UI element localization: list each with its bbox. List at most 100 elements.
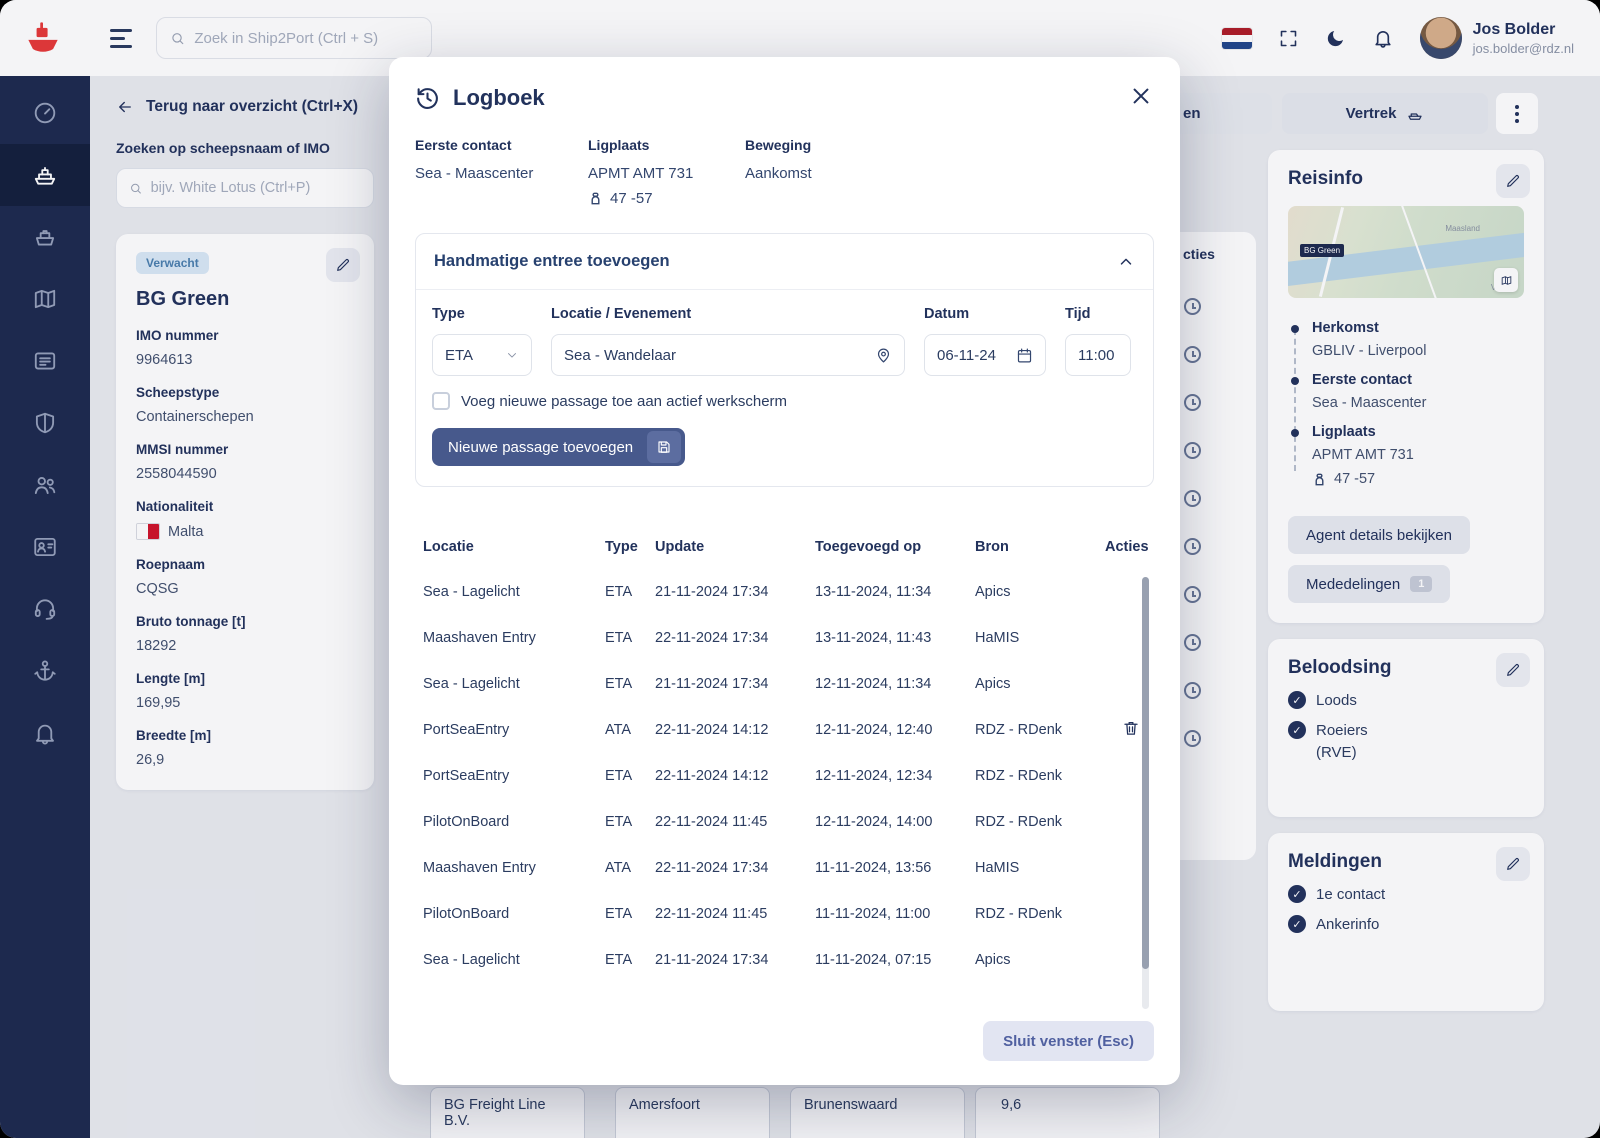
- cell-bron: Apics: [975, 676, 1105, 692]
- berth-number: 47 -57: [610, 190, 653, 207]
- checkbox-icon: [432, 392, 450, 410]
- info-label: Eerste contact: [415, 137, 588, 153]
- chevron-down-icon: [505, 348, 519, 362]
- cell-bron: RDZ - RDenk: [975, 906, 1105, 922]
- cell-type: ETA: [605, 952, 655, 968]
- info-label: Ligplaats: [588, 137, 745, 153]
- logbook-table-row: Sea - Lagelicht ETA 21-11-2024 17:34 11-…: [415, 937, 1154, 983]
- checkbox-label: Voeg nieuwe passage toe aan actief werks…: [461, 393, 787, 410]
- cell-locatie: PortSeaEntry: [423, 722, 605, 738]
- close-icon: [1130, 85, 1152, 107]
- trash-icon: [1122, 719, 1140, 737]
- cell-type: ATA: [605, 722, 655, 738]
- manual-entry-section-toggle[interactable]: Handmatige entree toevoegen: [416, 234, 1153, 290]
- header-update: Update: [655, 539, 815, 555]
- history-clock-icon: [415, 86, 440, 111]
- cell-toegevoegd-op: 11-11-2024, 07:15: [815, 952, 975, 968]
- add-passage-button[interactable]: Nieuwe passage toevoegen: [432, 428, 685, 466]
- location-label: Locatie / Evenement: [551, 306, 905, 322]
- location-value: Sea - Wandelaar: [564, 347, 676, 364]
- cell-type: ATA: [605, 860, 655, 876]
- logbook-table-row: Sea - Lagelicht ETA 21-11-2024 17:34 12-…: [415, 661, 1154, 707]
- delete-entry-button[interactable]: [1122, 719, 1140, 740]
- cell-locatie: Maashaven Entry: [423, 860, 605, 876]
- cell-bron: HaMIS: [975, 630, 1105, 646]
- logbook-modal: Logboek Eerste contact Sea - Maascenter …: [389, 57, 1180, 1085]
- logbook-table-row: PortSeaEntry ETA 22-11-2024 14:12 12-11-…: [415, 753, 1154, 799]
- add-passage-label: Nieuwe passage toevoegen: [432, 439, 647, 456]
- cell-update: 22-11-2024 11:45: [655, 906, 815, 922]
- calendar-icon: [1016, 347, 1033, 364]
- type-select[interactable]: ETA: [432, 334, 532, 376]
- cell-type: ETA: [605, 630, 655, 646]
- type-label: Type: [432, 306, 532, 322]
- cell-type: ETA: [605, 906, 655, 922]
- cell-update: 22-11-2024 17:34: [655, 860, 815, 876]
- header-toegevoegd-op: Toegevoegd op: [815, 539, 975, 555]
- cell-bron: HaMIS: [975, 860, 1105, 876]
- table-scrollbar: [1142, 577, 1149, 1009]
- header-locatie: Locatie: [423, 539, 605, 555]
- logbook-table-body: Sea - Lagelicht ETA 21-11-2024 17:34 13-…: [415, 569, 1154, 983]
- logbook-table-row: PilotOnBoard ETA 22-11-2024 11:45 11-11-…: [415, 891, 1154, 937]
- scrollbar-thumb[interactable]: [1142, 577, 1149, 969]
- cell-update: 21-11-2024 17:34: [655, 584, 815, 600]
- manual-entry-section: Handmatige entree toevoegen Type ETA Loc…: [415, 233, 1154, 487]
- close-window-button[interactable]: Sluit venster (Esc): [983, 1021, 1154, 1061]
- cell-locatie: PilotOnBoard: [423, 814, 605, 830]
- logbook-table-row: PortSeaEntry ATA 22-11-2024 14:12 12-11-…: [415, 707, 1154, 753]
- info-value: APMT AMT 731: [588, 165, 745, 182]
- time-value: 11:00: [1078, 347, 1114, 364]
- cell-toegevoegd-op: 13-11-2024, 11:34: [815, 584, 975, 600]
- cell-locatie: Sea - Lagelicht: [423, 584, 605, 600]
- cell-toegevoegd-op: 12-11-2024, 11:34: [815, 676, 975, 692]
- modal-info-row: Eerste contact Sea - Maascenter Ligplaat…: [389, 111, 1180, 207]
- chevron-up-icon: [1117, 253, 1135, 271]
- cell-type: ETA: [605, 814, 655, 830]
- app-window: Jos Bolder jos.bolder@rdz.nl Terug naar …: [0, 0, 1600, 1138]
- cell-locatie: Maashaven Entry: [423, 630, 605, 646]
- location-input[interactable]: Sea - Wandelaar: [551, 334, 905, 376]
- add-to-workscreen-checkbox[interactable]: Voeg nieuwe passage toe aan actief werks…: [432, 392, 1137, 410]
- cell-toegevoegd-op: 11-11-2024, 11:00: [815, 906, 975, 922]
- cell-update: 22-11-2024 14:12: [655, 722, 815, 738]
- cell-type: ETA: [605, 584, 655, 600]
- close-modal-button[interactable]: [1130, 85, 1152, 110]
- cell-toegevoegd-op: 12-11-2024, 14:00: [815, 814, 975, 830]
- date-label: Datum: [924, 306, 1046, 322]
- header-bron: Bron: [975, 539, 1105, 555]
- cell-toegevoegd-op: 12-11-2024, 12:40: [815, 722, 975, 738]
- time-input[interactable]: 11:00: [1065, 334, 1131, 376]
- save-icon: [647, 431, 681, 463]
- cell-type: ETA: [605, 676, 655, 692]
- info-value: Aankomst: [745, 165, 918, 182]
- logbook-table-row: Sea - Lagelicht ETA 21-11-2024 17:34 13-…: [415, 569, 1154, 615]
- cell-toegevoegd-op: 13-11-2024, 11:43: [815, 630, 975, 646]
- cell-update: 21-11-2024 17:34: [655, 952, 815, 968]
- cell-bron: RDZ - RDenk: [975, 722, 1105, 738]
- cell-locatie: PilotOnBoard: [423, 906, 605, 922]
- cell-locatie: Sea - Lagelicht: [423, 676, 605, 692]
- cell-update: 22-11-2024 11:45: [655, 814, 815, 830]
- cell-update: 21-11-2024 17:34: [655, 676, 815, 692]
- logbook-table-row: Maashaven Entry ETA 22-11-2024 17:34 13-…: [415, 615, 1154, 661]
- logbook-table: Locatie Type Update Toegevoegd op Bron A…: [415, 533, 1154, 983]
- date-input[interactable]: 06-11-24: [924, 334, 1046, 376]
- cell-bron: RDZ - RDenk: [975, 814, 1105, 830]
- logbook-table-header: Locatie Type Update Toegevoegd op Bron A…: [415, 533, 1154, 561]
- cell-bron: Apics: [975, 952, 1105, 968]
- time-label: Tijd: [1065, 306, 1131, 322]
- cell-type: ETA: [605, 768, 655, 784]
- logbook-table-row: Maashaven Entry ATA 22-11-2024 17:34 11-…: [415, 845, 1154, 891]
- cell-locatie: Sea - Lagelicht: [423, 952, 605, 968]
- cell-locatie: PortSeaEntry: [423, 768, 605, 784]
- header-acties: Acties: [1105, 539, 1163, 555]
- type-value: ETA: [445, 347, 473, 364]
- info-value: Sea - Maascenter: [415, 165, 588, 182]
- logbook-table-row: PilotOnBoard ETA 22-11-2024 11:45 12-11-…: [415, 799, 1154, 845]
- section-title: Handmatige entree toevoegen: [434, 252, 670, 271]
- cell-bron: RDZ - RDenk: [975, 768, 1105, 784]
- location-pin-icon: [875, 347, 892, 364]
- modal-title: Logboek: [453, 85, 545, 111]
- bollard-icon: [588, 191, 603, 206]
